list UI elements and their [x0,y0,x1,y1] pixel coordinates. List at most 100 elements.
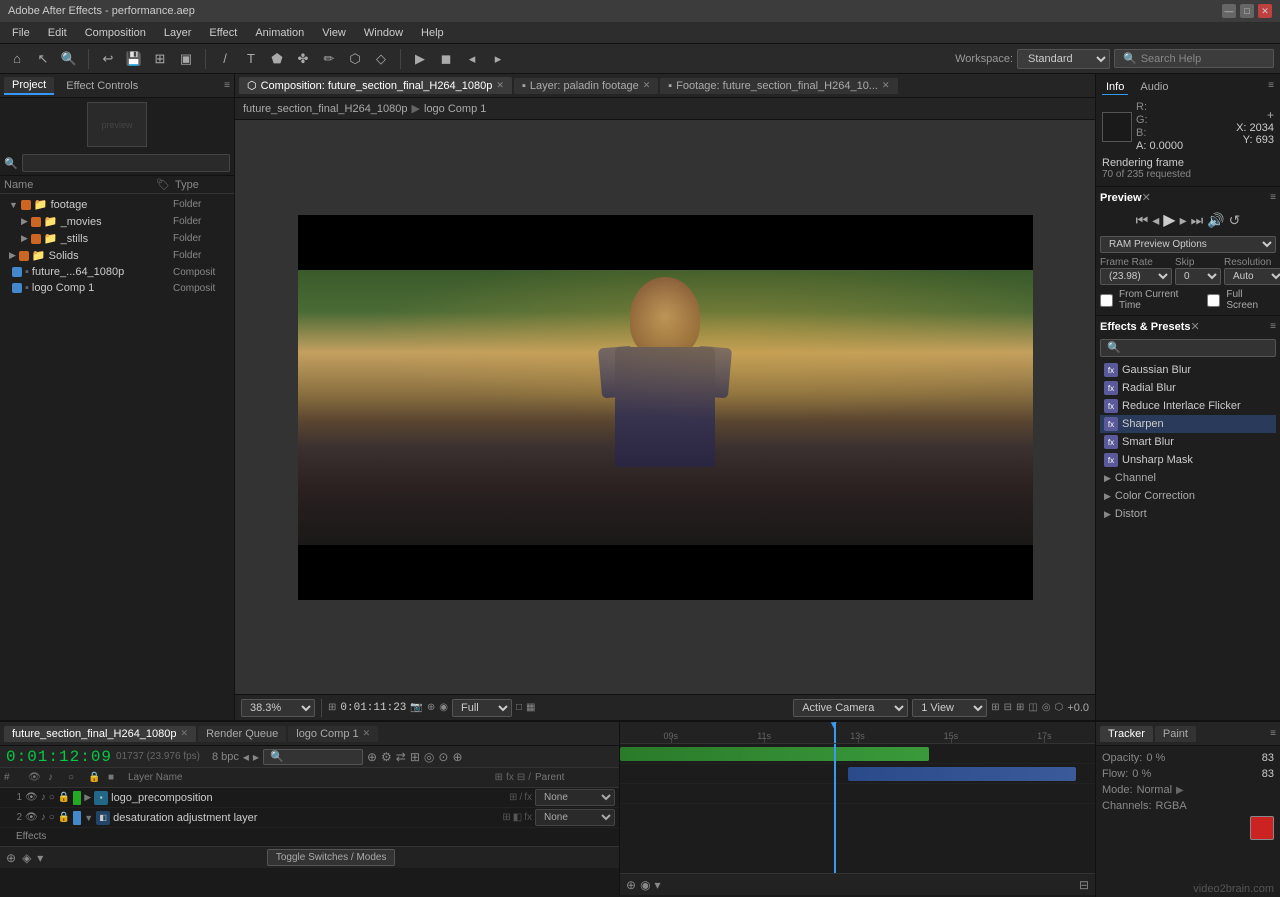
tl-right-end-btn[interactable]: ⊟ [1079,878,1089,892]
tab-project[interactable]: Project [4,77,54,95]
zoom-dropdown[interactable]: 38.3% [241,699,315,717]
go-to-start-button[interactable]: ⏮ [1136,212,1149,229]
layer-lock-icon[interactable]: 🔒 [58,812,70,823]
select-tool[interactable]: ↖ [32,48,54,70]
continuous-raster-icon[interactable]: / [519,792,522,803]
menu-animation[interactable]: Animation [247,25,312,41]
tab-footage[interactable]: ▪ Footage: future_section_final_H264_10.… [660,78,897,94]
tracker-menu-icon[interactable]: ≡ [1270,728,1276,739]
view-dropdown[interactable]: 1 View [912,699,987,717]
next-frame-tool[interactable]: ▸ [487,48,509,70]
step-forward-button[interactable]: ▸ [1180,212,1187,229]
quality-dropdown[interactable]: Full [452,699,512,717]
close-button[interactable]: ✕ [1258,4,1272,18]
list-item[interactable]: ▶ 📁 _stills Folder [2,230,232,247]
footage-close-icon[interactable]: ✕ [882,80,890,91]
undo-tool[interactable]: ↩ [97,48,119,70]
motion-blur-icon[interactable]: ⊞ [502,812,510,823]
shape-tool[interactable]: ⬟ [266,48,288,70]
menu-layer[interactable]: Layer [156,25,200,41]
menu-view[interactable]: View [314,25,354,41]
layer-visibility-icon[interactable]: 👁 [25,812,38,823]
category-distort[interactable]: ▶ Distort [1100,505,1276,523]
prev-frame-tl[interactable]: ◂ [243,750,249,764]
save-tool[interactable]: 💾 [123,48,145,70]
project-search-input[interactable] [22,154,230,172]
canvas-area[interactable] [235,120,1095,694]
category-channel[interactable]: ▶ Channel [1100,469,1276,487]
layer-visibility-icon[interactable]: 👁 [25,792,38,803]
menu-help[interactable]: Help [413,25,452,41]
menu-composition[interactable]: Composition [77,25,154,41]
timeline-search-input[interactable] [263,749,363,765]
skip-dropdown[interactable]: 0 [1175,268,1221,285]
tab-timeline-comp[interactable]: future_section_final_H264_1080p ✕ [4,726,196,742]
effects-search-input[interactable] [1100,339,1276,357]
timecode-display[interactable]: 0:01:12:09 [6,748,112,766]
loop-button[interactable]: ↺ [1229,212,1241,229]
layer-parent-select[interactable]: None [535,809,615,826]
layer-row[interactable]: 2 👁 ♪ ○ 🔒 ▼ ◧ desaturation adjustment la… [0,808,619,828]
full-screen-checkbox[interactable] [1207,294,1220,307]
layer-solo-icon[interactable]: ○ [49,792,55,803]
tab-render-queue[interactable]: Render Queue [198,726,286,742]
workspace-dropdown[interactable]: Standard [1017,49,1110,69]
step-back-button[interactable]: ◂ [1152,212,1159,229]
layer-solo-icon[interactable]: ○ [49,812,55,823]
bottom-btn-3[interactable]: ▾ [37,851,43,865]
breadcrumb-item-2[interactable]: logo Comp 1 [424,103,486,115]
effect-radial-blur[interactable]: fx Radial Blur [1100,379,1276,397]
tab-tracker[interactable]: Tracker [1100,726,1153,742]
list-item[interactable]: ▪ future_...64_1080p Composit [2,264,232,280]
tl-shape-btn[interactable]: ◎ [424,750,434,764]
effects-menu-icon[interactable]: ≡ [1270,321,1276,332]
tl-parent-btn[interactable]: ⊞ [410,750,420,764]
menu-window[interactable]: Window [356,25,411,41]
maximize-button[interactable]: □ [1240,4,1254,18]
export-tool[interactable]: ▣ [175,48,197,70]
toggle-switches-button[interactable]: Toggle Switches / Modes [267,849,396,866]
go-to-end-button[interactable]: ⏭ [1191,212,1204,229]
effects-close-icon[interactable]: ✕ [1191,320,1200,333]
layer-parent-select[interactable]: None [535,789,615,806]
audio-button[interactable]: 🔊 [1207,212,1224,229]
guide-layer-btn[interactable]: ◈ [22,851,31,865]
brush-tool[interactable]: ✏ [318,48,340,70]
frame-rate-dropdown[interactable]: (23.98) [1100,268,1172,285]
tl-settings-btn[interactable]: ⚙ [381,750,392,764]
layer-row[interactable]: 1 👁 ♪ ○ 🔒 ▶ ▪ logo_precomposition ⊞ / fx… [0,788,619,808]
motion-blur-icon[interactable]: ⊞ [509,792,517,803]
layer-expand-icon[interactable]: ▼ [84,813,93,823]
adj-icon[interactable]: ◧ [513,812,522,823]
next-frame-tl[interactable]: ▸ [253,750,259,764]
effect-smart-blur[interactable]: fx Smart Blur [1100,433,1276,451]
minimize-button[interactable]: — [1222,4,1236,18]
effect-switch-icon[interactable]: fx [524,792,532,803]
breadcrumb-item-1[interactable]: future_section_final_H264_1080p [243,103,408,115]
prev-frame-tool[interactable]: ◂ [461,48,483,70]
list-item[interactable]: ▶ 📁 Solids Folder [2,247,232,264]
search-tool[interactable]: 🔍 [58,48,80,70]
paint-tool[interactable]: ⬡ [344,48,366,70]
tab-audio[interactable]: Audio [1136,80,1172,95]
tab-close-icon[interactable]: ✕ [181,728,189,739]
type-tool[interactable]: T [240,48,262,70]
effect-unsharp-mask[interactable]: fx Unsharp Mask [1100,451,1276,469]
paint-swatch[interactable] [1250,816,1274,840]
list-item[interactable]: ▼ 📁 footage Folder [2,196,232,213]
clone-tool[interactable]: ✤ [292,48,314,70]
list-item[interactable]: ▪ logo Comp 1 Composit [2,280,232,296]
tl-paint-btn[interactable]: ⊙ [438,750,448,764]
tl-transfer-btn[interactable]: ⇄ [396,750,406,764]
tab-effect-controls[interactable]: Effect Controls [58,78,146,94]
active-camera-dropdown[interactable]: Active Camera [793,699,908,717]
playhead[interactable] [834,722,836,743]
tl-add-btn[interactable]: ⊕ [367,750,377,764]
resolution-dropdown[interactable]: Auto [1224,268,1280,285]
effect-reduce-interlace-flicker[interactable]: fx Reduce Interlace Flicker [1100,397,1276,415]
tab-info[interactable]: Info [1102,80,1128,95]
tl-right-btn-2[interactable]: ◉ [640,878,650,892]
stop-tool[interactable]: ◼ [435,48,457,70]
category-color-correction[interactable]: ▶ Color Correction [1100,487,1276,505]
tl-right-btn-1[interactable]: ⊕ [626,878,636,892]
